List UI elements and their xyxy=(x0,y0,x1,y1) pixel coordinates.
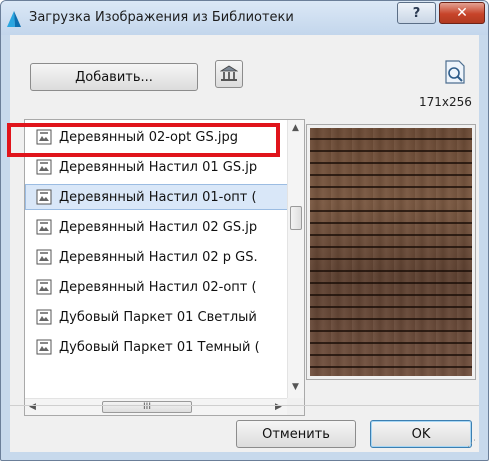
file-list-item[interactable]: Деревянный Настил 02 GS.jp xyxy=(25,214,289,240)
image-file-icon xyxy=(36,309,52,325)
resize-grip-icon[interactable]: ⋰ xyxy=(467,439,476,449)
file-list-item[interactable]: Деревянный Настил 01 GS.jp xyxy=(25,154,289,180)
image-preview xyxy=(306,124,476,380)
file-list-item[interactable]: Дубовый Паркет 01 Темный ( xyxy=(25,334,289,360)
file-list-item[interactable]: Деревянный Настил 02-опт ( xyxy=(25,274,289,300)
cancel-button[interactable]: Отменить xyxy=(236,420,356,448)
file-list-item-label: Дубовый Паркет 01 Темный ( xyxy=(59,339,260,355)
file-list-item[interactable]: Деревянный Настил 01-опт ( xyxy=(25,184,289,210)
dialog-content: Добавить... 171x256 Деревянный 02-opt GS… xyxy=(7,35,479,452)
scroll-left-icon[interactable]: ◀ xyxy=(29,402,36,412)
file-list-item-label: Деревянный Настил 01 GS.jp xyxy=(59,159,258,175)
wood-texture-image xyxy=(310,128,472,376)
scroll-up-icon[interactable]: ▲ xyxy=(292,123,299,133)
scroll-down-icon[interactable]: ▼ xyxy=(292,382,299,392)
window-title: Загрузка Изображения из Библиотеки xyxy=(29,10,294,25)
horizontal-scrollbar[interactable]: ◀ III ▶ xyxy=(25,398,289,415)
file-list[interactable]: Деревянный 02-opt GS.jpg Деревянный Насти… xyxy=(24,119,305,416)
file-list-item[interactable]: Дубовый Паркет 01 Светлый xyxy=(25,304,289,330)
help-button[interactable]: ? xyxy=(397,2,436,24)
selection-highlight-frame xyxy=(7,123,280,157)
close-icon: ✕ xyxy=(456,5,468,21)
image-file-icon xyxy=(36,249,52,265)
image-file-icon xyxy=(36,339,52,355)
add-button[interactable]: Добавить... xyxy=(30,63,198,91)
file-list-item-label: Дубовый Паркет 01 Светлый xyxy=(59,309,257,325)
vertical-scrollbar[interactable]: ▲ ▼ xyxy=(287,120,304,399)
ok-button[interactable]: OK xyxy=(370,420,472,448)
file-list-item-label: Деревянный Настил 02-опт ( xyxy=(59,279,257,295)
library-button[interactable] xyxy=(215,60,243,88)
image-file-icon xyxy=(36,159,52,175)
file-list-item-label: Деревянный Настил 01-опт ( xyxy=(59,189,257,205)
dialog-window: Загрузка Изображения из Библиотеки ? ✕ Д… xyxy=(0,0,489,461)
scrollbar-corner xyxy=(287,398,304,415)
vertical-scroll-thumb[interactable] xyxy=(290,206,302,230)
library-icon xyxy=(220,65,238,81)
file-list-item-label: Деревянный Настил 02 p GS. xyxy=(59,249,258,265)
preview-icon[interactable] xyxy=(444,60,466,84)
image-file-icon xyxy=(36,219,52,235)
title-bar[interactable]: Загрузка Изображения из Библиотеки ? ✕ xyxy=(1,1,488,35)
file-list-item-label: Деревянный Настил 02 GS.jp xyxy=(59,219,258,235)
scroll-right-icon[interactable]: ▶ xyxy=(275,402,282,412)
image-size-label: 171x256 xyxy=(419,95,472,109)
footer-separator xyxy=(10,405,479,406)
close-button[interactable]: ✕ xyxy=(439,2,485,24)
help-icon: ? xyxy=(412,5,421,21)
image-file-icon xyxy=(36,279,52,295)
horizontal-scroll-thumb[interactable]: III xyxy=(102,401,192,413)
file-list-item[interactable]: Деревянный Настил 02 p GS. xyxy=(25,244,289,270)
image-file-icon xyxy=(36,189,52,205)
archicad-app-icon xyxy=(7,11,21,27)
